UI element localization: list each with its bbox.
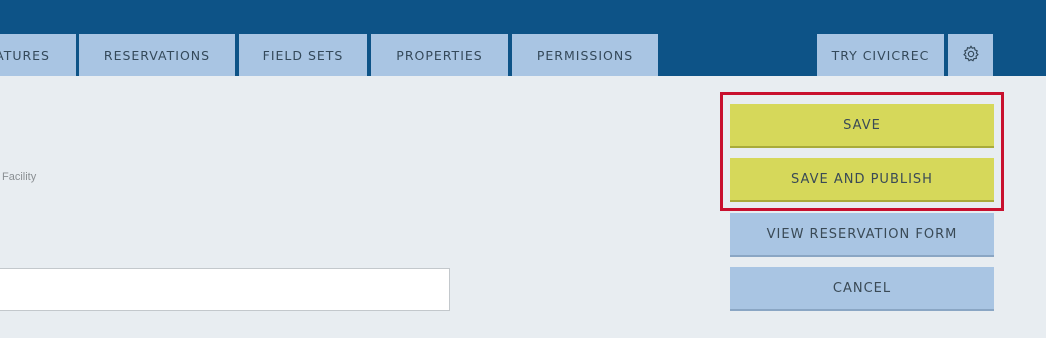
save-label: SAVE [843,117,881,133]
tab-features[interactable]: ATURES [0,34,76,76]
save-and-publish-button[interactable]: SAVE AND PUBLISH [730,158,994,202]
cancel-label: CANCEL [832,280,892,296]
try-civicrec-button[interactable]: TRY CIVICREC [817,34,944,76]
tab-label: RESERVATIONS [103,47,211,63]
tab-field-sets[interactable]: FIELD SETS [239,34,367,76]
view-reservation-form-label: VIEW RESERVATION FORM [766,226,958,242]
facility-label: Facility [2,171,37,183]
name-input[interactable] [0,268,450,311]
tab-reservations[interactable]: RESERVATIONS [79,34,235,76]
view-reservation-form-button[interactable]: VIEW RESERVATION FORM [730,213,994,257]
tab-permissions[interactable]: PERMISSIONS [512,34,658,76]
gear-icon [961,44,981,67]
tab-label: ATURES [0,47,50,63]
tab-properties[interactable]: PROPERTIES [371,34,508,76]
try-civicrec-label: TRY CIVICREC [831,47,930,63]
settings-button[interactable] [948,34,993,76]
save-button[interactable]: SAVE [730,104,994,148]
tab-label: PROPERTIES [396,47,483,63]
cancel-button[interactable]: CANCEL [730,267,994,311]
tab-label: FIELD SETS [262,47,344,63]
tab-label: PERMISSIONS [536,47,634,63]
save-and-publish-label: SAVE AND PUBLISH [791,171,933,187]
